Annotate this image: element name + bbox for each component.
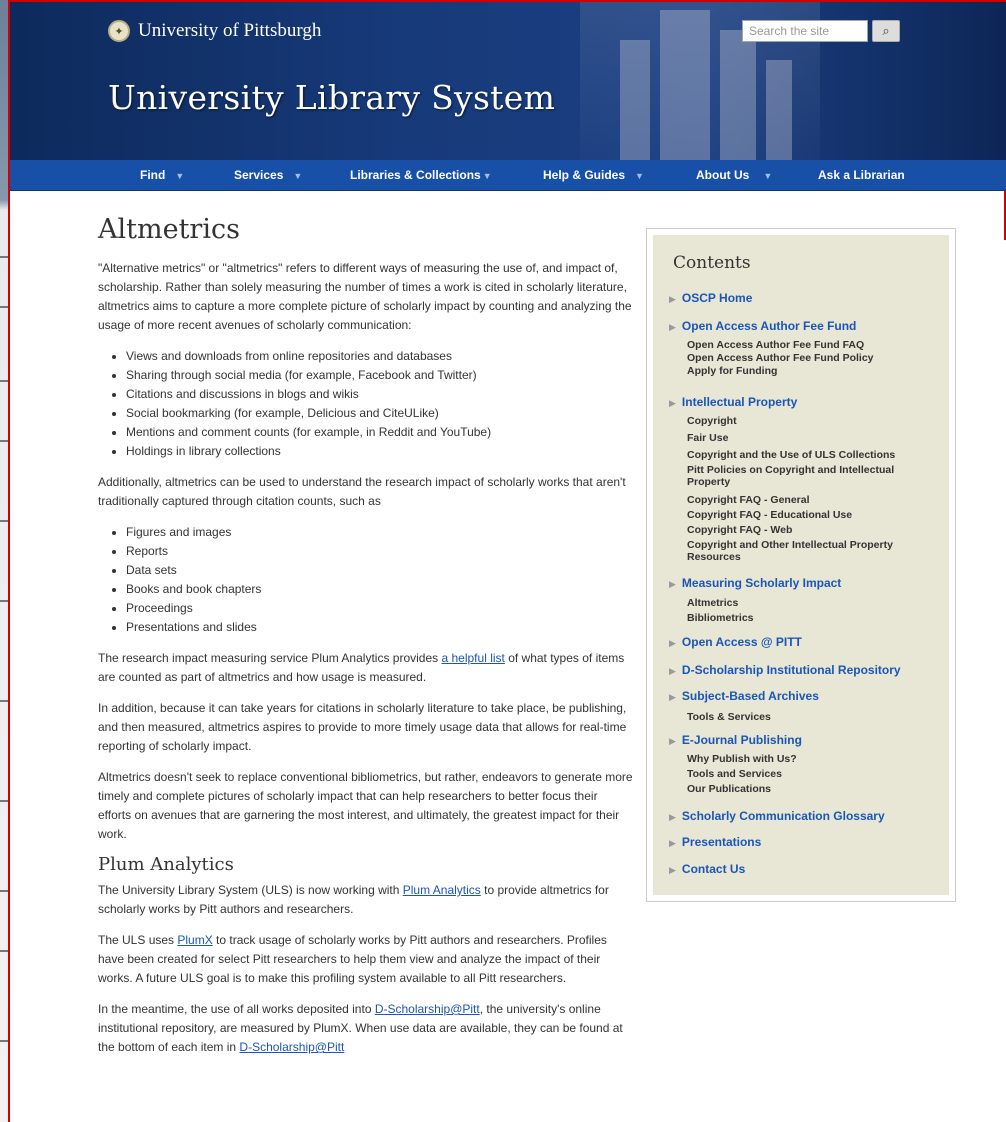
search-input[interactable]: Search the site — [742, 20, 868, 42]
contents-oa-fee-fund[interactable]: ▶ Open Access Author Fee Fund — [669, 319, 856, 333]
contents-subject-archives[interactable]: ▶ Subject-Based Archives — [669, 689, 819, 703]
usage-list: Views and downloads from online reposito… — [98, 347, 633, 461]
site-title[interactable]: University Library System — [108, 78, 555, 117]
list-item: Proceedings — [126, 599, 633, 618]
site-header: ✦ University of Pittsburgh University Li… — [10, 2, 1006, 160]
university-seal-icon: ✦ — [108, 20, 130, 42]
contents-glossary[interactable]: ▶ Scholarly Communication Glossary — [669, 809, 885, 823]
additional-paragraph: Additionally, altmetrics can be used to … — [98, 475, 626, 508]
list-item: Mentions and comment counts (for example… — [126, 423, 633, 442]
dropdown-caret-icon: ▼ — [482, 171, 492, 181]
contents-sidebar: Contents ▶ OSCP Home ▶ Open Access Author … — [646, 228, 956, 902]
contents-copyright-uls[interactable]: Copyright and the Use of ULS Collections — [687, 449, 927, 461]
nav-services[interactable]: Services ▼ — [234, 160, 302, 190]
plumx-link[interactable]: PlumX — [177, 933, 212, 947]
contents-copyright-other[interactable]: Copyright and Other Intellectual Propert… — [687, 539, 917, 563]
contents-apply-funding[interactable]: Apply for Funding — [687, 365, 927, 377]
dscholarship-link[interactable]: D-Scholarship@Pitt — [375, 1002, 480, 1016]
triangle-right-icon: ▶ — [669, 736, 676, 746]
dropdown-caret-icon: ▼ — [763, 171, 773, 181]
triangle-right-icon: ▶ — [669, 812, 676, 822]
contents-fair-use[interactable]: Fair Use — [687, 432, 927, 444]
search-icon: ⌕ — [882, 23, 890, 38]
contents-faq-web[interactable]: Copyright FAQ - Web — [687, 524, 927, 536]
list-item: Views and downloads from online reposito… — [126, 347, 633, 366]
background-window-strip — [0, 0, 8, 1122]
nav-libraries-label: Libraries & Collections — [350, 168, 481, 182]
nav-find[interactable]: Find ▼ — [140, 160, 184, 190]
contents-presentations[interactable]: ▶ Presentations — [669, 835, 761, 849]
search-button[interactable]: ⌕ — [872, 20, 900, 42]
nav-find-label: Find — [140, 168, 166, 182]
list-item: Figures and images — [126, 523, 633, 542]
contents-faq-general[interactable]: Copyright FAQ - General — [687, 494, 927, 506]
plum-analytics-heading: Plum Analytics — [98, 854, 234, 875]
contents-oa-fee-fund-faq[interactable]: Open Access Author Fee Fund FAQ — [687, 339, 927, 351]
list-item: Presentations and slides — [126, 618, 633, 637]
triangle-right-icon: ▶ — [669, 692, 676, 702]
contents-contact[interactable]: ▶ Contact Us — [669, 862, 745, 876]
nav-services-label: Services — [234, 168, 284, 182]
contents-our-publications[interactable]: Our Publications — [687, 783, 927, 795]
contents-copyright[interactable]: Copyright — [687, 415, 927, 427]
nav-help-label: Help & Guides — [543, 168, 626, 182]
timely-paragraph: In addition, because it can take years f… — [98, 701, 627, 753]
page-title: Altmetrics — [98, 214, 240, 245]
contents-bibliometrics[interactable]: Bibliometrics — [687, 612, 927, 624]
triangle-right-icon: ▶ — [669, 579, 676, 589]
triangle-right-icon: ▶ — [669, 638, 676, 648]
contents-oa-fee-fund-policy[interactable]: Open Access Author Fee Fund Policy — [687, 352, 927, 364]
list-item: Books and book chapters — [126, 580, 633, 599]
plum-list-paragraph: The research impact measuring service Pl… — [98, 651, 625, 684]
contents-measuring-impact[interactable]: ▶ Measuring Scholarly Impact — [669, 576, 841, 590]
contents-tools-and-services[interactable]: Tools and Services — [687, 768, 927, 780]
helpful-list-link[interactable]: a helpful list — [441, 651, 504, 665]
nav-libraries-collections[interactable]: Libraries & Collections ▼ — [350, 160, 492, 190]
main-content: Altmetrics "Alternative metrics" or "alt… — [98, 214, 633, 1057]
triangle-right-icon: ▶ — [669, 398, 676, 408]
contents-tools-services[interactable]: Tools & Services — [687, 711, 927, 723]
main-nav: Find ▼ Services ▼ Libraries & Collections ▼… — [10, 160, 1006, 191]
list-item: Reports — [126, 542, 633, 561]
nav-help-guides[interactable]: Help & Guides ▼ — [543, 160, 644, 190]
dropdown-caret-icon: ▼ — [175, 171, 185, 181]
list-item: Social bookmarking (for example, Delicio… — [126, 404, 633, 423]
dscholarship-paragraph: In the meantime, the use of all works de… — [98, 1002, 623, 1054]
contents-faq-educational[interactable]: Copyright FAQ - Educational Use — [687, 509, 927, 521]
nav-ask-librarian[interactable]: Ask a Librarian — [818, 160, 905, 190]
contents-panel: Contents ▶ OSCP Home ▶ Open Access Author … — [653, 235, 949, 895]
contents-intellectual-property[interactable]: ▶ Intellectual Property — [669, 395, 797, 409]
list-item: Holdings in library collections — [126, 442, 633, 461]
contents-heading: Contents — [673, 253, 751, 273]
contents-ejournal[interactable]: ▶ E-Journal Publishing — [669, 733, 802, 747]
plumx-paragraph: The ULS uses PlumX to track usage of sch… — [98, 933, 607, 985]
nav-ask-label: Ask a Librarian — [818, 168, 905, 182]
university-brand[interactable]: ✦ University of Pittsburgh — [108, 20, 321, 42]
contents-altmetrics[interactable]: Altmetrics — [687, 597, 927, 609]
triangle-right-icon: ▶ — [669, 322, 676, 332]
dropdown-caret-icon: ▼ — [635, 171, 644, 181]
bibliometrics-paragraph: Altmetrics doesn't seek to replace conve… — [98, 770, 633, 841]
triangle-right-icon: ▶ — [669, 865, 676, 875]
contents-oa-pitt[interactable]: ▶ Open Access @ PITT — [669, 635, 802, 649]
nav-about-label: About Us — [696, 168, 750, 182]
dropdown-caret-icon: ▼ — [293, 171, 303, 181]
university-name: University of Pittsburgh — [138, 20, 322, 41]
intro-paragraph: "Alternative metrics" or "altmetrics" re… — [98, 261, 632, 332]
plum-analytics-link[interactable]: Plum Analytics — [403, 883, 481, 897]
uls-plum-paragraph: The University Library System (ULS) is n… — [98, 883, 609, 916]
triangle-right-icon: ▶ — [669, 666, 676, 676]
triangle-right-icon: ▶ — [669, 838, 676, 848]
contents-dscholarship[interactable]: ▶ D-Scholarship Institutional Repository — [669, 663, 901, 677]
works-list: Figures and images Reports Data sets Boo… — [98, 523, 633, 637]
contents-oscp-home[interactable]: ▶ OSCP Home — [669, 291, 752, 305]
contents-why-publish[interactable]: Why Publish with Us? — [687, 753, 927, 765]
list-item: Data sets — [126, 561, 633, 580]
triangle-right-icon: ▶ — [669, 294, 676, 304]
list-item: Citations and discussions in blogs and w… — [126, 385, 633, 404]
nav-about-us[interactable]: About Us ▼ — [696, 160, 772, 190]
contents-pitt-policies[interactable]: Pitt Policies on Copyright and Intellect… — [687, 464, 907, 488]
list-item: Sharing through social media (for exampl… — [126, 366, 633, 385]
dscholarship-link-2[interactable]: D-Scholarship@Pitt — [239, 1040, 344, 1054]
